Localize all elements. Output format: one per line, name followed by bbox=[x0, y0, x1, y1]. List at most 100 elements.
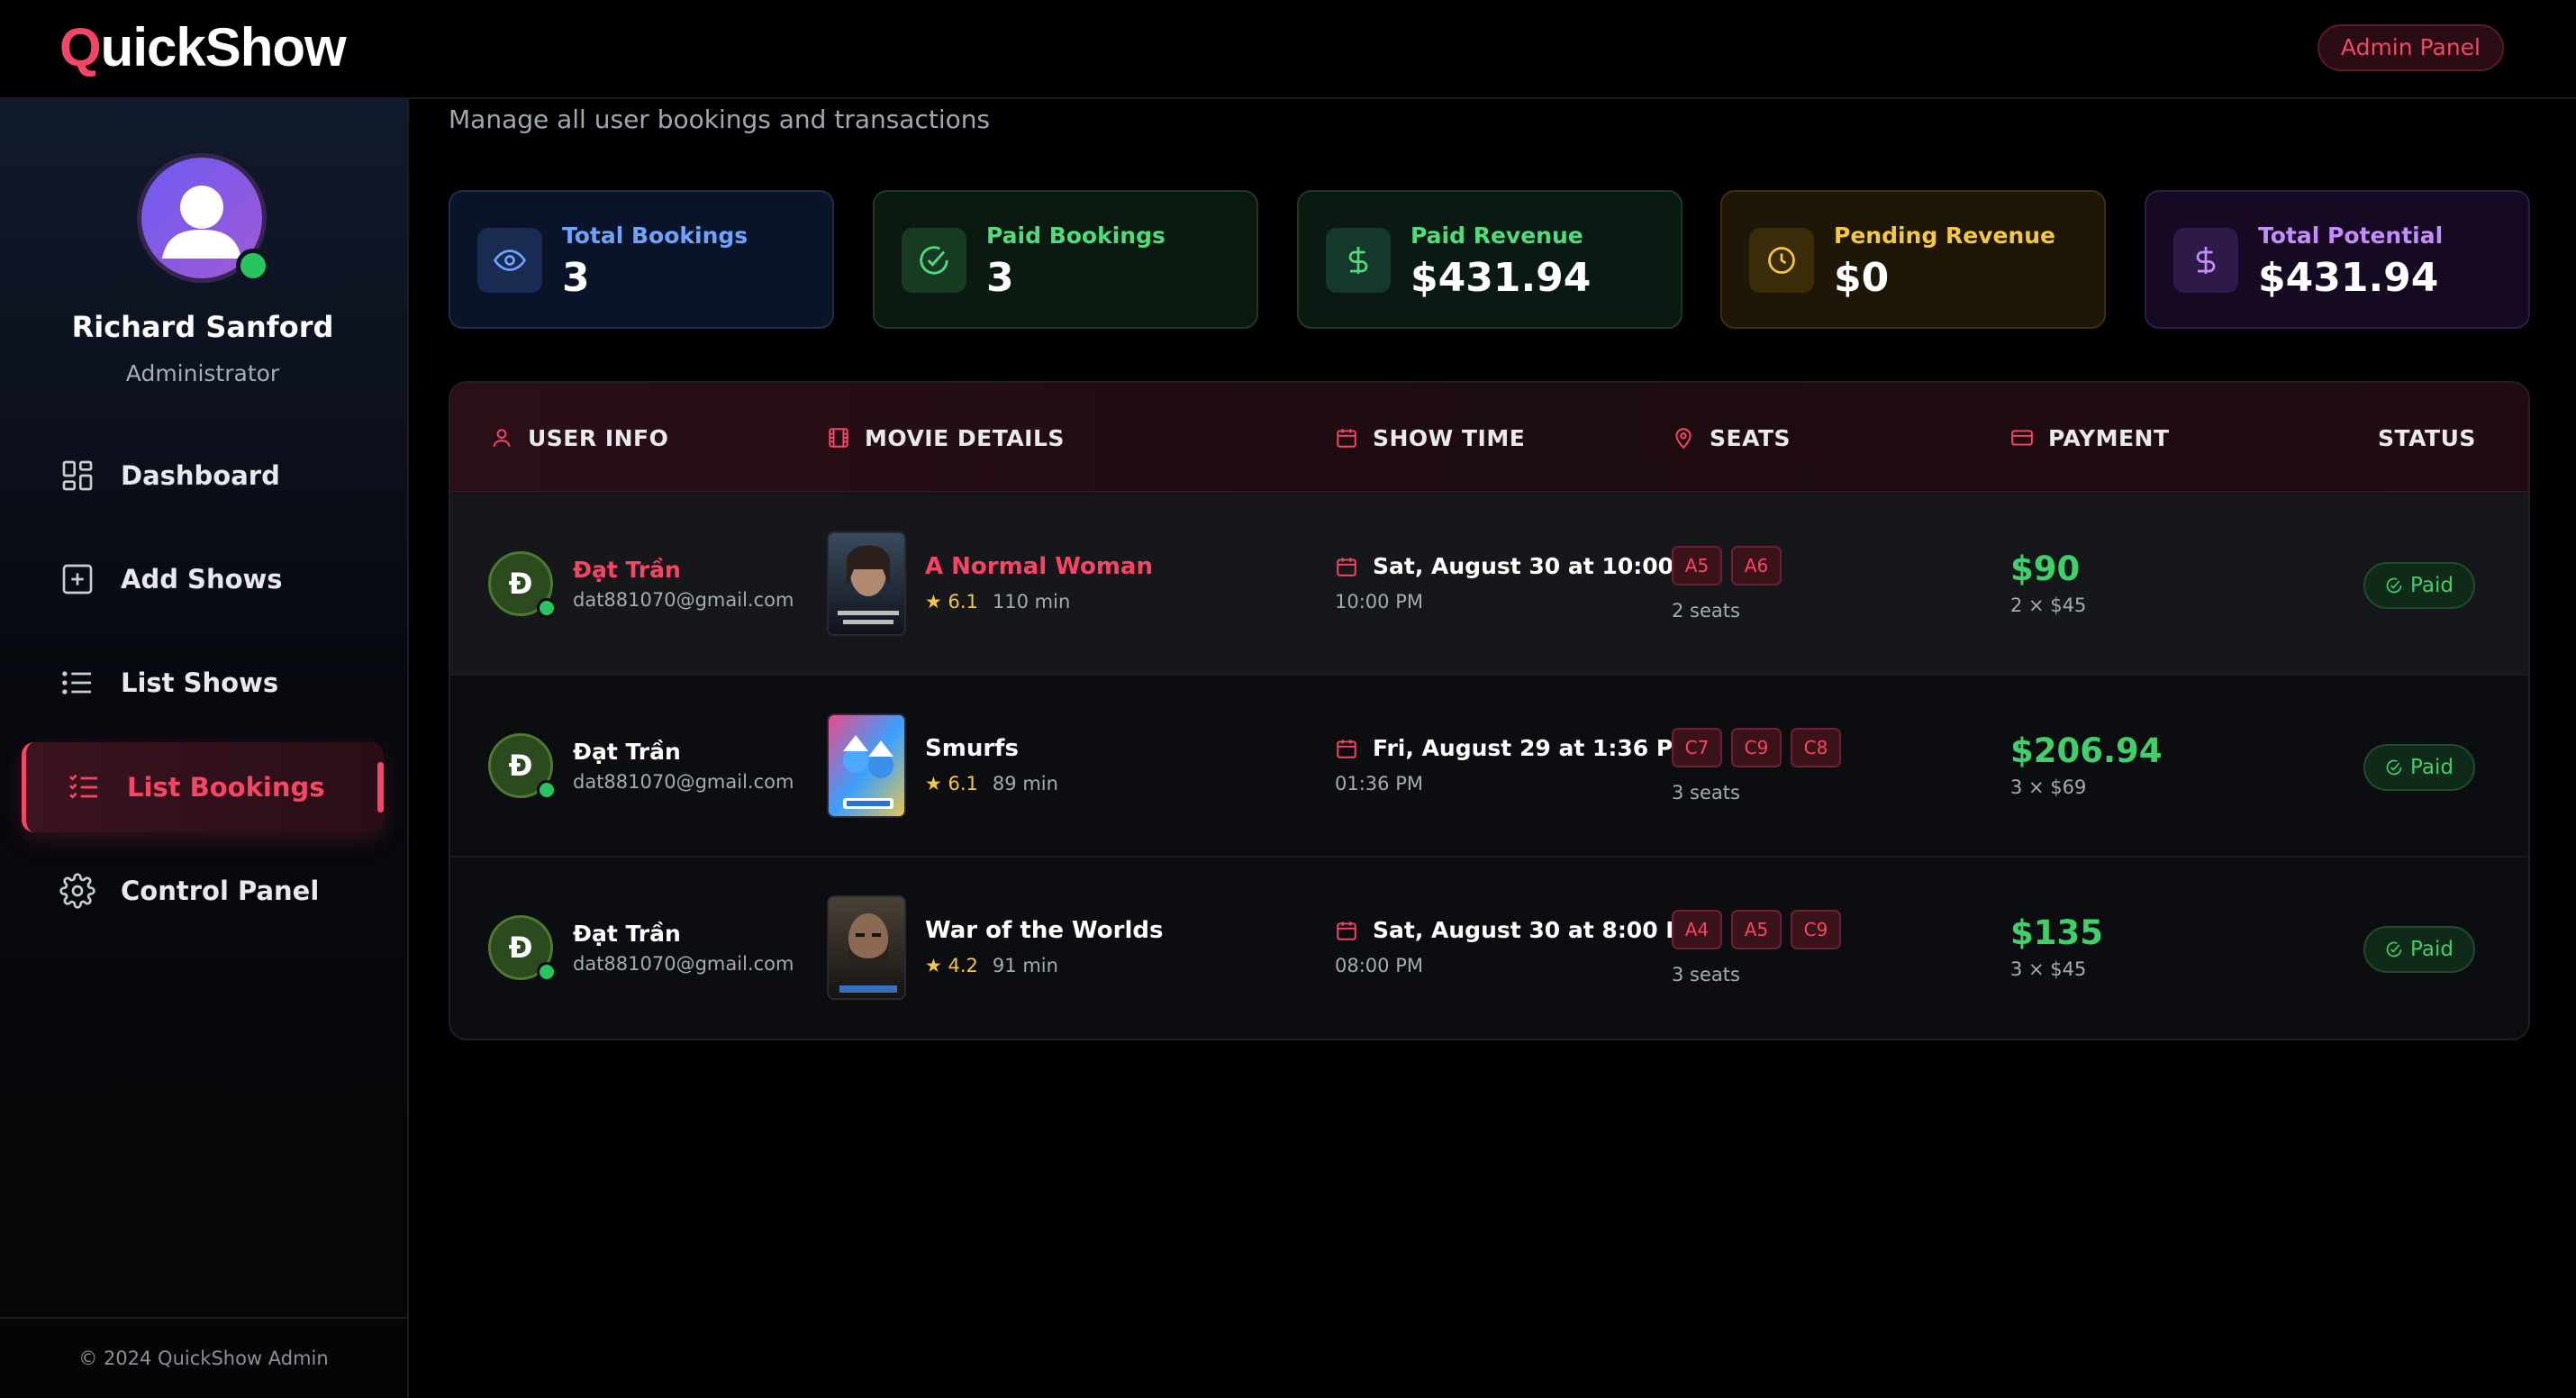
seat-count: 3 seats bbox=[1672, 782, 1740, 803]
check-circle-icon bbox=[920, 246, 948, 275]
check-circle-icon bbox=[2386, 759, 2402, 776]
profile-name: Richard Sanford bbox=[71, 310, 334, 344]
stat-value: 3 bbox=[562, 255, 590, 301]
movie-meta: ★ 4.2 91 min bbox=[925, 955, 1058, 976]
user-name: Đạt Trần bbox=[573, 921, 681, 947]
nav-item-dashboard[interactable]: Dashboard bbox=[22, 431, 384, 521]
column-header-show-time[interactable]: SHOW TIME bbox=[1335, 383, 1525, 493]
stat-card-paid-bookings: Paid Bookings 3 bbox=[873, 190, 1258, 329]
seat-badge: C9 bbox=[1731, 728, 1782, 767]
column-header-movie-details[interactable]: MOVIE DETAILS bbox=[827, 383, 1065, 493]
user-name: Đạt Trần bbox=[573, 739, 681, 765]
payment-breakdown: 3 × $69 bbox=[2010, 776, 2087, 798]
admin-panel-badge[interactable]: Admin Panel bbox=[2317, 24, 2504, 71]
status-badge: Paid bbox=[2363, 744, 2475, 791]
seat-count: 2 seats bbox=[1672, 600, 1740, 622]
credit-card-icon bbox=[2011, 430, 2033, 446]
star-icon: ★ bbox=[925, 955, 942, 976]
nav-label: Dashboard bbox=[121, 460, 280, 491]
nav-label: List Shows bbox=[121, 667, 279, 698]
dashboard-icon bbox=[62, 460, 93, 491]
stat-label: Paid Revenue bbox=[1410, 222, 1583, 249]
stat-icon-box bbox=[1749, 228, 1814, 293]
nav-label: Add Shows bbox=[121, 564, 283, 595]
page-subtitle: Manage all user bookings and transaction… bbox=[449, 104, 991, 134]
payment-breakdown: 3 × $45 bbox=[2010, 958, 2087, 980]
stat-icon-box bbox=[2173, 228, 2238, 293]
user-email: dat881070@gmail.com bbox=[573, 953, 794, 975]
online-status-dot bbox=[537, 962, 557, 982]
column-header-seats[interactable]: SEATS bbox=[1672, 383, 1791, 493]
movie-poster bbox=[827, 531, 906, 636]
stat-label: Paid Bookings bbox=[986, 222, 1166, 249]
movie-poster bbox=[827, 895, 906, 1000]
table-row[interactable]: Đ Đạt Trần dat881070@gmail.com Smurfs ★ … bbox=[450, 676, 2528, 858]
calendar-icon bbox=[1337, 557, 1356, 576]
user-icon bbox=[493, 429, 511, 448]
nav-item-add-shows[interactable]: Add Shows bbox=[22, 534, 384, 624]
nav-item-control-panel[interactable]: Control Panel bbox=[22, 846, 384, 936]
status-badge: Paid bbox=[2363, 926, 2475, 973]
show-date: Fri, August 29 at 1:36 PM bbox=[1335, 735, 1695, 761]
movie-title[interactable]: A Normal Woman bbox=[925, 553, 1153, 580]
seat-badge: A5 bbox=[1731, 910, 1782, 949]
stat-label: Pending Revenue bbox=[1834, 222, 2055, 249]
bookings-table: USER INFO MOVIE DETAILS SHOW TIME SEATS … bbox=[449, 381, 2530, 1040]
top-bar: QuickShow Admin Panel bbox=[0, 0, 2576, 99]
movie-title[interactable]: War of the Worlds bbox=[925, 917, 1163, 944]
movie-rating: 6.1 bbox=[948, 773, 978, 794]
nav-label: Control Panel bbox=[121, 876, 320, 906]
seat-list: A5 A6 bbox=[1672, 546, 1791, 586]
movie-title[interactable]: Smurfs bbox=[925, 735, 1019, 762]
sidebar: Richard Sanford Administrator Dashboard … bbox=[0, 99, 409, 1398]
status-badge: Paid bbox=[2363, 562, 2475, 609]
seat-badge: C7 bbox=[1672, 728, 1722, 767]
seat-badge: C8 bbox=[1791, 728, 1841, 767]
sidebar-footer: © 2024 QuickShow Admin bbox=[0, 1317, 407, 1398]
map-pin-icon bbox=[1675, 428, 1692, 449]
nav-item-list-shows[interactable]: List Shows bbox=[22, 638, 384, 728]
stat-label: Total Bookings bbox=[562, 222, 748, 249]
stat-card-paid-revenue: Paid Revenue $431.94 bbox=[1297, 190, 1683, 329]
column-header-status[interactable]: STATUS bbox=[2378, 383, 2476, 493]
film-icon bbox=[829, 428, 848, 448]
stat-card-pending-revenue: Pending Revenue $0 bbox=[1720, 190, 2106, 329]
table-row[interactable]: Đ Đạt Trần dat881070@gmail.com War of th… bbox=[450, 858, 2528, 1039]
movie-duration: 91 min bbox=[992, 955, 1058, 976]
dollar-icon bbox=[1348, 247, 1368, 274]
stat-card-total-potential: Total Potential $431.94 bbox=[2145, 190, 2530, 329]
seat-badge: A6 bbox=[1731, 546, 1782, 586]
check-circle-icon bbox=[2386, 941, 2402, 958]
stat-value: $431.94 bbox=[1410, 255, 1592, 301]
stat-value: $431.94 bbox=[2258, 255, 2439, 301]
seat-list: C7 C9 C8 bbox=[1672, 728, 1850, 767]
app-logo[interactable]: QuickShow bbox=[59, 16, 347, 78]
stat-icon-box bbox=[902, 228, 966, 293]
stat-value: $0 bbox=[1834, 255, 1890, 301]
movie-meta: ★ 6.1 110 min bbox=[925, 591, 1070, 613]
star-icon: ★ bbox=[925, 591, 942, 613]
online-status-dot bbox=[236, 249, 270, 283]
stat-card-total-bookings: Total Bookings 3 bbox=[449, 190, 834, 329]
seat-badge: C9 bbox=[1791, 910, 1841, 949]
star-icon: ★ bbox=[925, 773, 942, 794]
show-date: Sat, August 30 at 8:00 PM bbox=[1335, 917, 1705, 943]
seat-badge: A4 bbox=[1672, 910, 1722, 949]
payment-amount: $206.94 bbox=[2010, 731, 2163, 770]
column-header-user-info[interactable]: USER INFO bbox=[490, 383, 668, 493]
seat-count: 3 seats bbox=[1672, 964, 1740, 985]
table-row[interactable]: Đ Đạt Trần dat881070@gmail.com A Normal … bbox=[450, 494, 2528, 676]
nav-label: List Bookings bbox=[127, 772, 325, 803]
online-status-dot bbox=[537, 780, 557, 800]
payment-amount: $135 bbox=[2010, 913, 2103, 952]
payment-amount: $90 bbox=[2010, 549, 2081, 588]
movie-poster bbox=[827, 713, 906, 818]
show-date: Sat, August 30 at 10:00 PM bbox=[1335, 553, 1720, 579]
gear-icon bbox=[59, 873, 95, 909]
check-circle-icon bbox=[2386, 577, 2402, 594]
column-header-payment[interactable]: PAYMENT bbox=[2010, 383, 2170, 493]
stat-label: Total Potential bbox=[2258, 222, 2444, 249]
movie-duration: 110 min bbox=[992, 591, 1071, 613]
nav-item-list-bookings[interactable]: List Bookings bbox=[22, 742, 384, 832]
calendar-icon bbox=[1337, 921, 1356, 940]
